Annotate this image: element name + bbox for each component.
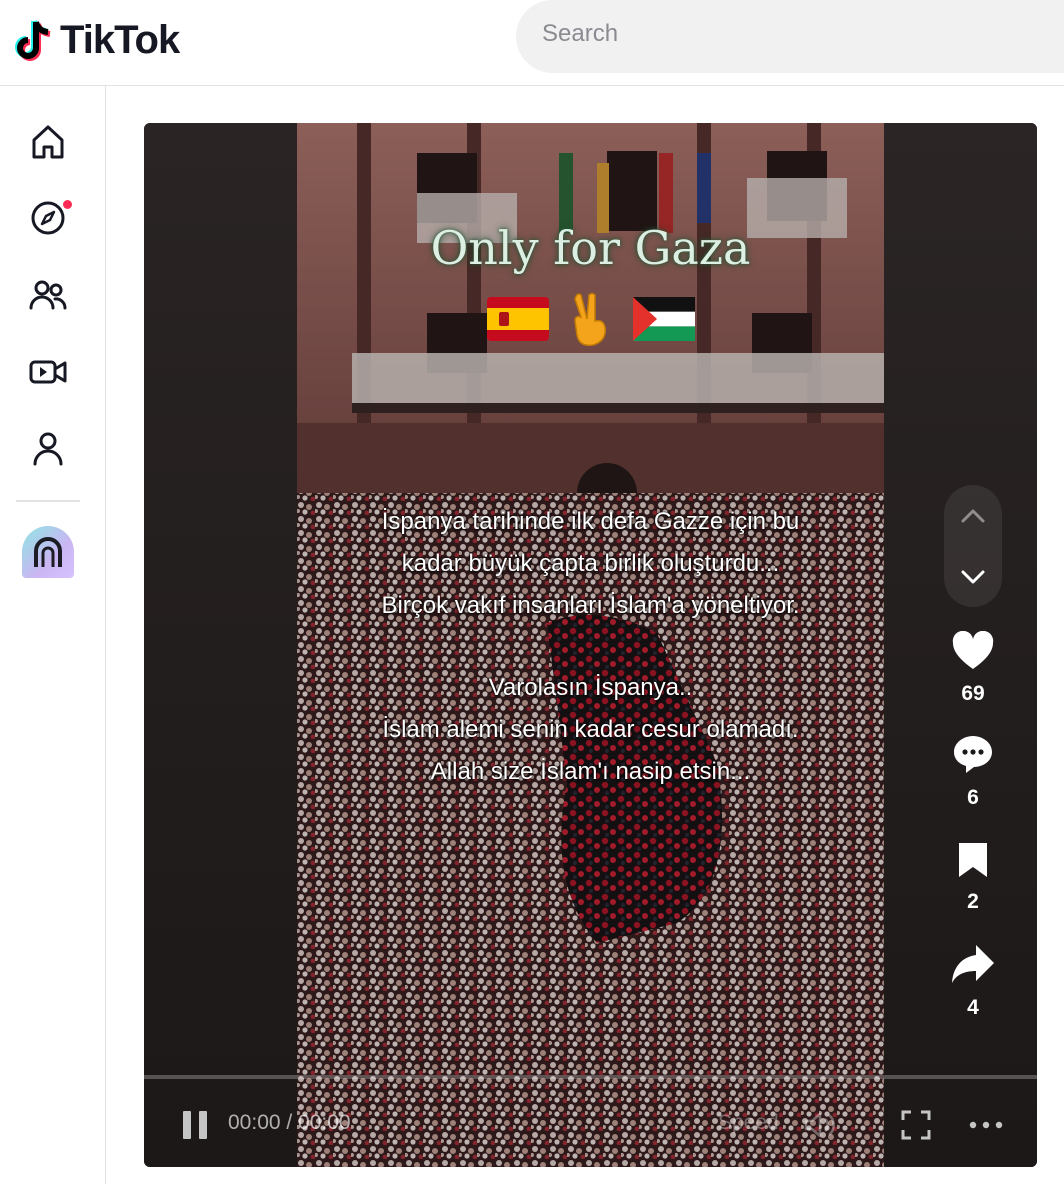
caption-line: kadar büyük çapta birlik oluşturdu... [401, 550, 780, 577]
sidebar-item-profile[interactable] [24, 424, 72, 472]
more-options-button[interactable] [966, 1109, 1006, 1141]
search-input[interactable] [542, 20, 942, 48]
caption-line: Birçok vakıf insanları İslam'a yöneltiyo… [381, 592, 800, 619]
like-action[interactable]: 69 [944, 630, 1002, 706]
like-count: 69 [961, 682, 985, 705]
video-player[interactable]: Only for Gaza İspanya tarihinde ilk defa… [144, 123, 1037, 1167]
video-controls: 00:00 / 00:00 Speed [144, 1083, 1037, 1167]
profile-icon [33, 432, 63, 466]
pause-button[interactable] [180, 1109, 210, 1141]
save-count: 2 [967, 890, 979, 913]
video-scene [297, 123, 884, 1167]
bookmark-icon[interactable] [956, 841, 990, 879]
live-icon [29, 360, 67, 384]
sidebar-item-explore[interactable] [24, 194, 72, 242]
share-count: 4 [967, 996, 979, 1019]
sidebar-item-live[interactable] [24, 348, 72, 396]
share-icon[interactable] [950, 943, 996, 985]
arch-icon [34, 537, 62, 567]
chevron-down-icon [961, 570, 985, 583]
top-header: TikTok [0, 0, 1064, 86]
video-overlay-title: Only for Gaza [430, 221, 751, 275]
video-blur-left [144, 123, 297, 1167]
notification-dot [63, 200, 72, 209]
share-action[interactable]: 4 [944, 943, 1002, 1020]
sidebar-item-home[interactable] [24, 118, 72, 166]
palestine-flag-icon [632, 297, 695, 341]
comment-icon[interactable] [952, 733, 994, 775]
video-caption-block-1: İspanya tarihinde ilk defa Gazze için bu… [297, 501, 884, 627]
chevron-up-icon [961, 509, 985, 522]
tiktok-logo[interactable]: TikTok [14, 12, 180, 68]
user-avatar[interactable] [22, 526, 74, 578]
speed-button[interactable]: Speed [718, 1111, 779, 1135]
following-icon [29, 280, 67, 310]
comment-action[interactable]: 6 [944, 733, 1002, 810]
home-icon [32, 125, 64, 159]
video-time: 00:00 / 00:00 [228, 1111, 351, 1134]
volume-button[interactable] [800, 1109, 840, 1141]
sidebar-item-following[interactable] [24, 271, 72, 319]
previous-video-button[interactable] [944, 485, 1002, 546]
next-video-button[interactable] [944, 546, 1002, 607]
video-frame[interactable]: Only for Gaza İspanya tarihinde ilk defa… [297, 123, 884, 1167]
video-caption-block-2: Varolasın İspanya.. İslam alemi senin ka… [297, 667, 884, 793]
caption-line: İspanya tarihinde ilk defa Gazze için bu [381, 508, 800, 535]
heart-icon[interactable] [951, 630, 995, 671]
sidebar [0, 86, 106, 1184]
fullscreen-button[interactable] [898, 1107, 934, 1143]
more-icon [969, 1121, 1003, 1129]
video-navigation [944, 485, 1002, 607]
caption-line: İslam alemi senin kadar cesur olamadı. [382, 716, 799, 743]
save-action[interactable]: 2 [944, 841, 1002, 914]
emoji-row [297, 291, 884, 347]
pause-icon [183, 1111, 207, 1139]
video-progress-bar[interactable] [144, 1075, 1037, 1079]
spain-flag-icon [486, 297, 549, 341]
caption-line: Allah size İslam'ı nasip etsin... [430, 758, 751, 785]
fullscreen-icon [901, 1110, 931, 1140]
tiktok-logo-icon [14, 16, 56, 64]
sidebar-divider [16, 500, 80, 502]
logo-text: TikTok [60, 17, 180, 62]
search-bar[interactable] [516, 0, 1064, 73]
caption-line: Varolasın İspanya.. [488, 674, 693, 701]
comment-count: 6 [967, 786, 979, 809]
volume-icon [804, 1112, 835, 1138]
victory-hand-icon [573, 292, 606, 347]
explore-icon [31, 201, 65, 235]
